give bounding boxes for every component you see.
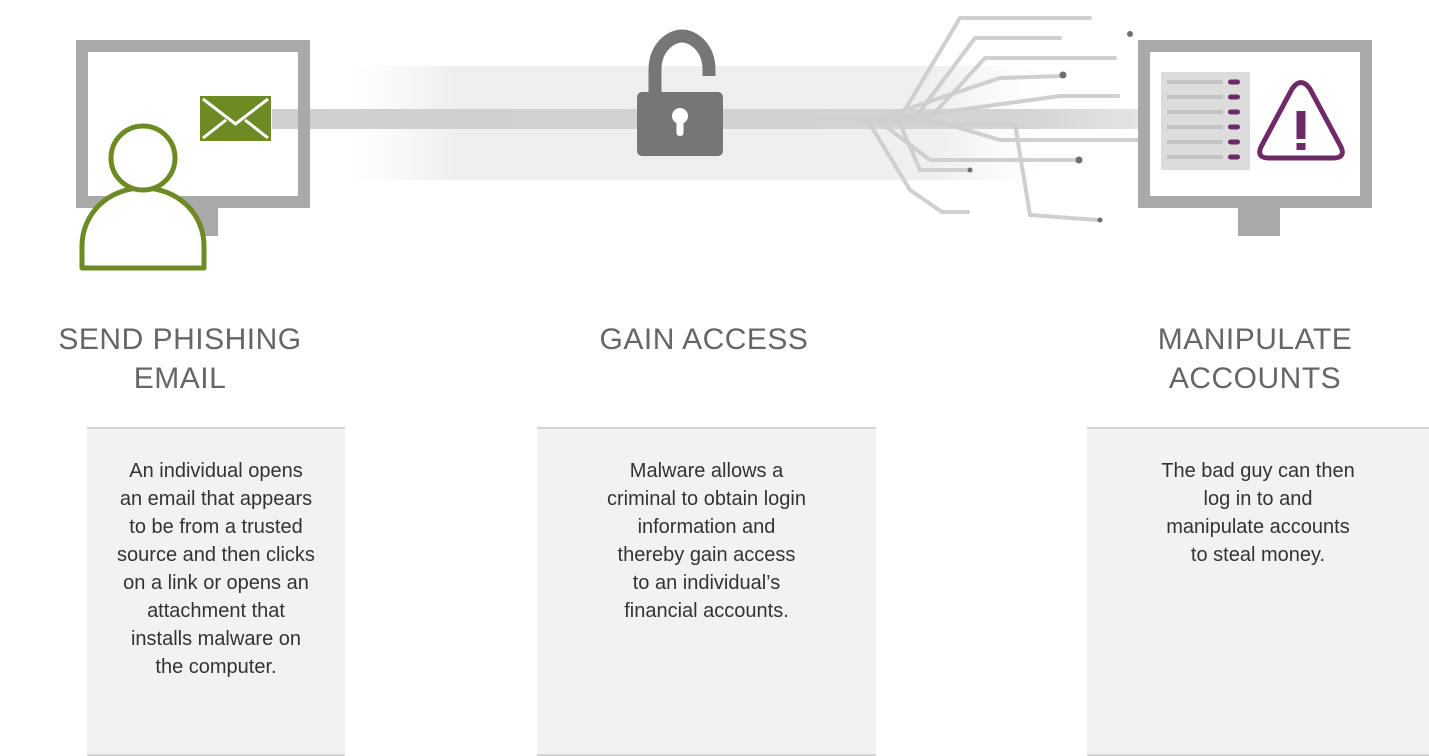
step-2-card: Malware allows a criminal to obtain logi… [537, 427, 876, 756]
step-3-description: The bad guy can then log in to and manip… [1161, 460, 1355, 566]
step-2-description: Malware allows a criminal to obtain logi… [607, 460, 806, 622]
step-1-heading: SEND PHISHING EMAIL [58, 323, 302, 395]
step-1-card: An individual opens an email that appear… [87, 427, 345, 756]
step-3-card: The bad guy can then log in to and manip… [1087, 427, 1429, 756]
step-3-heading: MANIPULATE ACCOUNTS [1157, 323, 1353, 395]
open-padlock-icon [637, 29, 723, 156]
document-list-icon [1161, 72, 1250, 170]
step-2-heading: GAIN ACCESS [599, 323, 809, 356]
envelope-icon [200, 96, 271, 141]
phishing-illustration [76, 16, 1372, 271]
step-1-description: An individual opens an email that appear… [117, 460, 315, 678]
